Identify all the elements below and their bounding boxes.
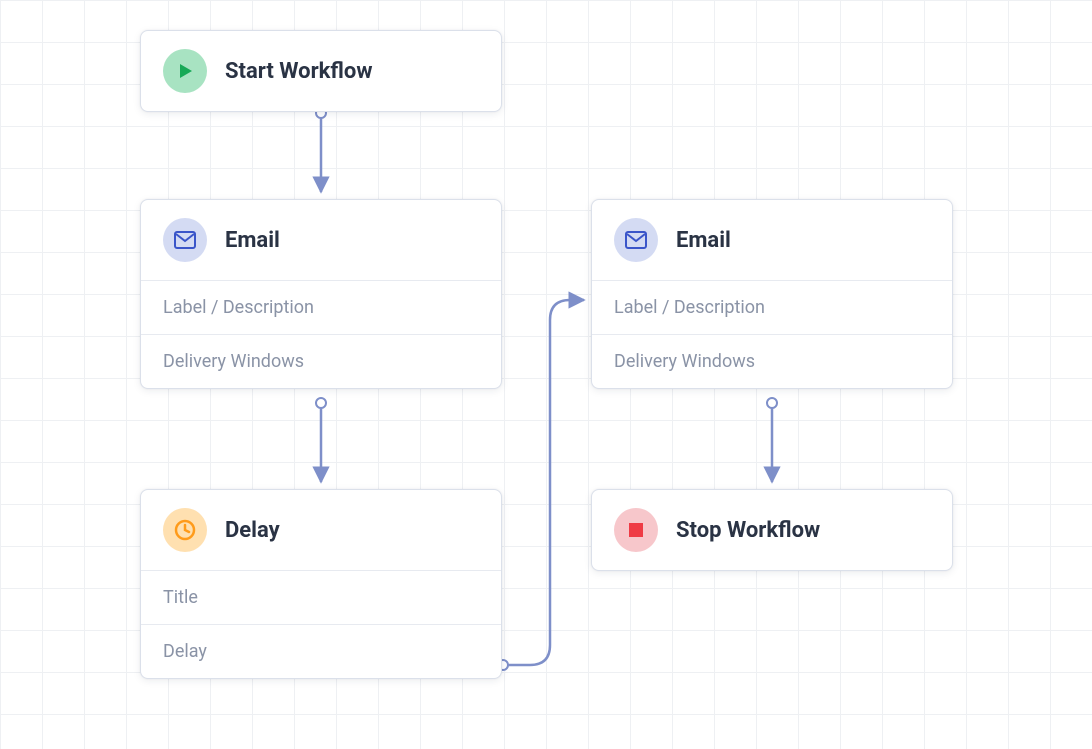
node-title: Stop Workflow [676, 518, 820, 543]
node-header: Delay [141, 490, 501, 570]
envelope-icon [163, 218, 207, 262]
stop-icon [614, 508, 658, 552]
node-field-delivery-windows[interactable]: Delivery Windows [592, 334, 952, 388]
node-stop-workflow[interactable]: Stop Workflow [591, 489, 953, 571]
node-header: Email [592, 200, 952, 280]
node-field-title[interactable]: Title [141, 570, 501, 624]
node-delay[interactable]: Delay Title Delay [140, 489, 502, 679]
envelope-icon [614, 218, 658, 262]
node-header: Email [141, 200, 501, 280]
node-start-workflow[interactable]: Start Workflow [140, 30, 502, 112]
node-email-2[interactable]: Email Label / Description Delivery Windo… [591, 199, 953, 389]
node-header: Start Workflow [141, 31, 501, 111]
node-field-label-description[interactable]: Label / Description [592, 280, 952, 334]
node-header: Stop Workflow [592, 490, 952, 570]
node-title: Email [225, 228, 280, 253]
node-email-1[interactable]: Email Label / Description Delivery Windo… [140, 199, 502, 389]
clock-icon [163, 508, 207, 552]
node-title: Email [676, 228, 731, 253]
workflow-canvas[interactable]: Start Workflow Email Label / Description… [0, 0, 1092, 749]
node-field-delivery-windows[interactable]: Delivery Windows [141, 334, 501, 388]
node-field-delay[interactable]: Delay [141, 624, 501, 678]
play-icon [163, 49, 207, 93]
node-title: Start Workflow [225, 59, 372, 84]
node-field-label-description[interactable]: Label / Description [141, 280, 501, 334]
node-title: Delay [225, 518, 280, 543]
